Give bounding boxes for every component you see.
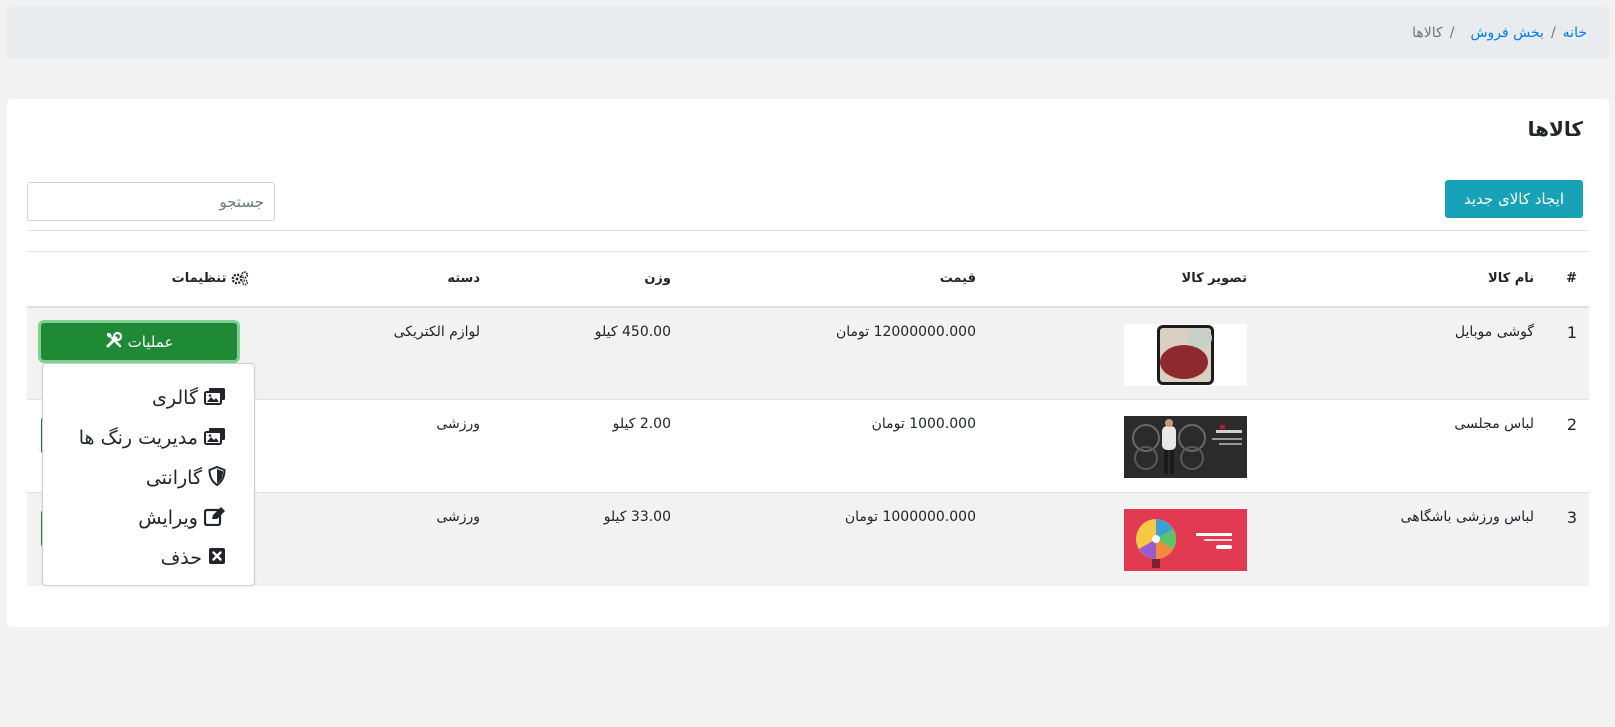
product-image-phone [1124, 323, 1247, 386]
row-price: 12000000.000 تومان [683, 306, 988, 400]
header-image: تصویر کالا [988, 251, 1259, 308]
tools-icon [105, 331, 123, 353]
header-settings: تنظیمات [27, 251, 302, 308]
row-image-cell [988, 492, 1259, 586]
search-input[interactable] [27, 182, 275, 221]
row-price: 1000.000 تومان [683, 399, 988, 493]
row-image-cell [988, 306, 1259, 400]
row-image-cell [988, 399, 1259, 493]
table-row: 2 لباس مجلسی 1000.000 تومان 2.00 کیلو ور… [27, 399, 1589, 493]
operations-dropdown-menu: گالری مدیریت رنگ ها گارانتی ویرایش حذف [42, 363, 255, 586]
breadcrumb-separator: / [1550, 24, 1556, 41]
table-header-row: # نام کالا تصویر کالا قیمت وزن دسته تنظی… [27, 251, 1589, 308]
row-weight: 33.00 کیلو [492, 492, 683, 586]
row-weight: 450.00 کیلو [492, 306, 683, 400]
create-product-button[interactable]: ایجاد کالای جدید [1445, 180, 1583, 218]
products-table: # نام کالا تصویر کالا قیمت وزن دسته تنظی… [27, 251, 1589, 586]
header-index: # [1546, 251, 1589, 308]
breadcrumb-home-link[interactable]: خانه [1563, 25, 1587, 41]
menu-item-colors[interactable]: مدیریت رنگ ها [43, 418, 254, 458]
shield-icon [208, 465, 226, 491]
row-category: ورزشی [302, 492, 492, 586]
page-title: کالاها [1527, 117, 1583, 141]
row-name: لباس مجلسی [1259, 399, 1546, 493]
row-category: ورزشی [302, 399, 492, 493]
breadcrumb: خانه / بخش فروش / کالاها [7, 7, 1609, 58]
row-category: لوازم الکتریکی [302, 306, 492, 400]
table-row: 3 لباس ورزشی باشگاهی 1000000.000 تومان 3… [27, 492, 1589, 586]
row-index: 1 [1546, 306, 1589, 400]
breadcrumb-sales-link[interactable]: بخش فروش [1470, 25, 1544, 41]
row-index: 2 [1546, 399, 1589, 493]
row-name: لباس ورزشی باشگاهی [1259, 492, 1546, 586]
row-index: 3 [1546, 492, 1589, 586]
header-name: نام کالا [1259, 251, 1546, 308]
divider [27, 230, 1589, 231]
header-category: دسته [302, 251, 492, 308]
row-price: 1000000.000 تومان [683, 492, 988, 586]
row-weight: 2.00 کیلو [492, 399, 683, 493]
close-box-icon [208, 547, 226, 570]
product-image-sportswear [1124, 509, 1247, 571]
product-image-dress [1124, 416, 1247, 478]
table-row: 1 گوشی موبایل 12000000.000 تومان 450.00 … [27, 306, 1589, 400]
menu-item-edit-label: ویرایش [138, 507, 198, 529]
menu-item-delete[interactable]: حذف [43, 538, 254, 578]
menu-item-gallery-label: گالری [152, 387, 198, 409]
menu-item-delete-label: حذف [160, 547, 202, 569]
menu-item-warranty-label: گارانتی [145, 467, 202, 489]
operations-button[interactable]: عملیات [41, 323, 237, 360]
header-price: قیمت [683, 251, 988, 308]
menu-item-colors-label: مدیریت رنگ ها [78, 427, 198, 449]
operations-label: عملیات [127, 332, 174, 351]
header-weight: وزن [492, 251, 683, 308]
breadcrumb-current: کالاها [1412, 24, 1443, 41]
menu-item-warranty[interactable]: گارانتی [43, 458, 254, 498]
menu-item-gallery[interactable]: گالری [43, 378, 254, 418]
header-settings-label: تنظیمات [171, 271, 227, 287]
images-icon [204, 427, 226, 450]
edit-icon [203, 506, 226, 531]
cogs-icon [226, 271, 249, 286]
menu-item-edit[interactable]: ویرایش [43, 498, 254, 538]
row-name: گوشی موبایل [1259, 306, 1546, 400]
images-icon [204, 387, 226, 410]
breadcrumb-separator: / [1449, 24, 1455, 41]
